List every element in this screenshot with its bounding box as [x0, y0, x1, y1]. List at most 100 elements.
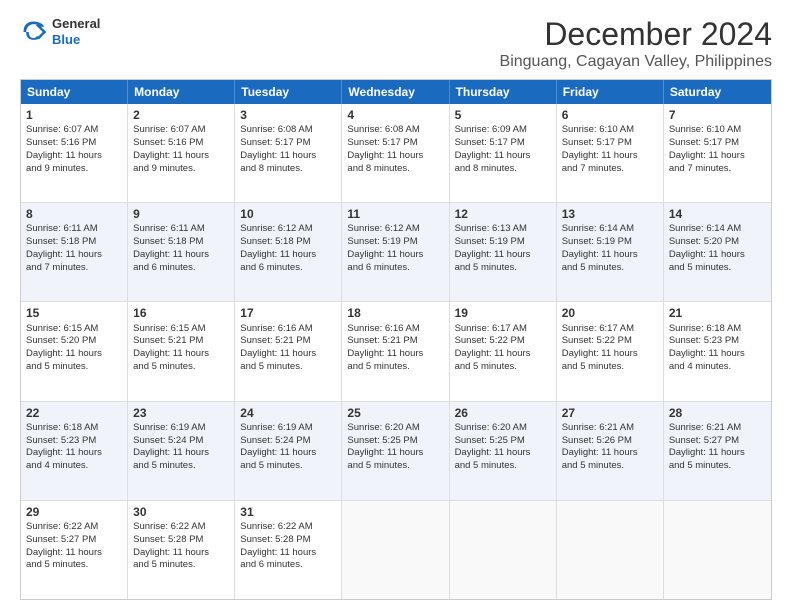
sunset-line: Sunset: 5:18 PM	[240, 236, 310, 247]
sunset-line: Sunset: 5:16 PM	[26, 137, 96, 148]
daylight-label: Daylight: 11 hours	[347, 249, 423, 260]
calendar-cell-7: 7Sunrise: 6:10 AMSunset: 5:17 PMDaylight…	[664, 104, 771, 202]
header: General Blue December 2024 Binguang, Cag…	[20, 16, 772, 71]
daylight-value: and 7 minutes.	[562, 163, 624, 174]
sunrise-line: Sunrise: 6:12 AM	[240, 223, 312, 234]
daylight-value: and 8 minutes.	[240, 163, 302, 174]
sunset-line: Sunset: 5:28 PM	[133, 534, 203, 545]
sunset-line: Sunset: 5:18 PM	[26, 236, 96, 247]
day-number: 26	[455, 405, 551, 421]
calendar-cell-28: 28Sunrise: 6:21 AMSunset: 5:27 PMDayligh…	[664, 402, 771, 500]
sunrise-line: Sunrise: 6:22 AM	[133, 521, 205, 532]
logo-text: General Blue	[52, 16, 100, 47]
daylight-label: Daylight: 11 hours	[240, 547, 316, 558]
daylight-label: Daylight: 11 hours	[669, 348, 745, 359]
day-number: 23	[133, 405, 229, 421]
daylight-label: Daylight: 11 hours	[133, 150, 209, 161]
daylight-label: Daylight: 11 hours	[562, 150, 638, 161]
day-number: 12	[455, 206, 551, 222]
daylight-value: and 5 minutes.	[455, 361, 517, 372]
daylight-value: and 6 minutes.	[347, 262, 409, 273]
sunset-line: Sunset: 5:27 PM	[26, 534, 96, 545]
sunrise-line: Sunrise: 6:08 AM	[240, 124, 312, 135]
sunrise-line: Sunrise: 6:18 AM	[669, 323, 741, 334]
daylight-label: Daylight: 11 hours	[347, 447, 423, 458]
daylight-label: Daylight: 11 hours	[347, 348, 423, 359]
calendar-body: 1Sunrise: 6:07 AMSunset: 5:16 PMDaylight…	[21, 104, 771, 599]
daylight-value: and 5 minutes.	[26, 361, 88, 372]
calendar-cell-17: 17Sunrise: 6:16 AMSunset: 5:21 PMDayligh…	[235, 302, 342, 400]
sunrise-line: Sunrise: 6:19 AM	[133, 422, 205, 433]
calendar-row-1: 1Sunrise: 6:07 AMSunset: 5:16 PMDaylight…	[21, 104, 771, 203]
daylight-value: and 6 minutes.	[133, 262, 195, 273]
sunrise-line: Sunrise: 6:15 AM	[26, 323, 98, 334]
day-number: 2	[133, 107, 229, 123]
daylight-value: and 5 minutes.	[562, 460, 624, 471]
page: General Blue December 2024 Binguang, Cag…	[0, 0, 792, 612]
sunrise-line: Sunrise: 6:10 AM	[562, 124, 634, 135]
day-number: 29	[26, 504, 122, 520]
sunset-line: Sunset: 5:25 PM	[347, 435, 417, 446]
day-number: 10	[240, 206, 336, 222]
day-number: 1	[26, 107, 122, 123]
daylight-value: and 8 minutes.	[455, 163, 517, 174]
day-number: 7	[669, 107, 766, 123]
header-day-monday: Monday	[128, 80, 235, 104]
calendar-row-5: 29 Sunrise: 6:22 AM Sunset: 5:27 PM Dayligh…	[21, 501, 771, 599]
sunset-line: Sunset: 5:27 PM	[669, 435, 739, 446]
calendar-cell-empty	[664, 501, 771, 599]
sunset-line: Sunset: 5:28 PM	[240, 534, 310, 545]
calendar-cell-16: 16Sunrise: 6:15 AMSunset: 5:21 PMDayligh…	[128, 302, 235, 400]
daylight-value: and 5 minutes.	[133, 559, 195, 570]
calendar-cell-5: 5Sunrise: 6:09 AMSunset: 5:17 PMDaylight…	[450, 104, 557, 202]
calendar-cell-26: 26Sunrise: 6:20 AMSunset: 5:25 PMDayligh…	[450, 402, 557, 500]
calendar-cell-21: 21Sunrise: 6:18 AMSunset: 5:23 PMDayligh…	[664, 302, 771, 400]
daylight-value: and 5 minutes.	[240, 361, 302, 372]
title-block: December 2024 Binguang, Cagayan Valley, …	[500, 16, 772, 71]
calendar-cell-12: 12Sunrise: 6:13 AMSunset: 5:19 PMDayligh…	[450, 203, 557, 301]
calendar-cell-18: 18Sunrise: 6:16 AMSunset: 5:21 PMDayligh…	[342, 302, 449, 400]
sunrise-line: Sunrise: 6:08 AM	[347, 124, 419, 135]
subtitle: Binguang, Cagayan Valley, Philippines	[500, 53, 772, 71]
day-number: 4	[347, 107, 443, 123]
daylight-label: Daylight: 11 hours	[240, 348, 316, 359]
sunrise-line: Sunrise: 6:13 AM	[455, 223, 527, 234]
daylight-label: Daylight: 11 hours	[669, 447, 745, 458]
daylight-label: Daylight: 11 hours	[347, 150, 423, 161]
day-number: 30	[133, 504, 229, 520]
sunset-line: Sunset: 5:26 PM	[562, 435, 632, 446]
calendar-cell-14: 14Sunrise: 6:14 AMSunset: 5:20 PMDayligh…	[664, 203, 771, 301]
sunrise-line: Sunrise: 6:14 AM	[669, 223, 741, 234]
calendar-cell-22: 22Sunrise: 6:18 AMSunset: 5:23 PMDayligh…	[21, 402, 128, 500]
daylight-value: and 5 minutes.	[669, 460, 731, 471]
calendar-row-2: 8Sunrise: 6:11 AMSunset: 5:18 PMDaylight…	[21, 203, 771, 302]
calendar-cell-30: 30Sunrise: 6:22 AMSunset: 5:28 PMDayligh…	[128, 501, 235, 599]
calendar-cell-24: 24Sunrise: 6:19 AMSunset: 5:24 PMDayligh…	[235, 402, 342, 500]
day-number: 9	[133, 206, 229, 222]
header-day-saturday: Saturday	[664, 80, 771, 104]
calendar-cell-10: 10Sunrise: 6:12 AMSunset: 5:18 PMDayligh…	[235, 203, 342, 301]
header-day-wednesday: Wednesday	[342, 80, 449, 104]
daylight-value: and 5 minutes.	[455, 460, 517, 471]
sunset-line: Sunset: 5:17 PM	[347, 137, 417, 148]
sunset-line: Sunset: 5:16 PM	[133, 137, 203, 148]
calendar-cell-9: 9Sunrise: 6:11 AMSunset: 5:18 PMDaylight…	[128, 203, 235, 301]
day-number: 24	[240, 405, 336, 421]
day-number: 17	[240, 305, 336, 321]
day-number: 5	[455, 107, 551, 123]
daylight-label: Daylight: 11 hours	[26, 547, 102, 558]
sunrise-line: Sunrise: 6:17 AM	[562, 323, 634, 334]
sunset-line: Sunset: 5:21 PM	[133, 335, 203, 346]
daylight-label: Daylight: 11 hours	[669, 249, 745, 260]
daylight-value: and 5 minutes.	[347, 361, 409, 372]
sunset-line: Sunset: 5:24 PM	[133, 435, 203, 446]
daylight-label: Daylight: 11 hours	[455, 447, 531, 458]
daylight-value: and 4 minutes.	[669, 361, 731, 372]
day-number: 20	[562, 305, 658, 321]
daylight-value: and 8 minutes.	[347, 163, 409, 174]
calendar-cell-23: 23Sunrise: 6:19 AMSunset: 5:24 PMDayligh…	[128, 402, 235, 500]
header-day-friday: Friday	[557, 80, 664, 104]
calendar-cell-empty	[557, 501, 664, 599]
sunrise-line: Sunrise: 6:09 AM	[455, 124, 527, 135]
daylight-label: Daylight: 11 hours	[240, 150, 316, 161]
